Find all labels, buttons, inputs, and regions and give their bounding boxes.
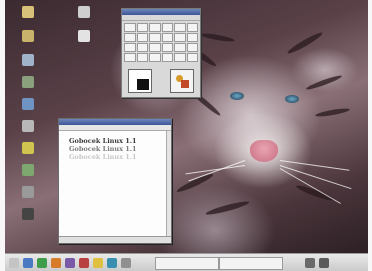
taskbar: [5, 253, 368, 271]
palette-tool[interactable]: [149, 33, 161, 42]
foreground-color-swatch[interactable]: [128, 69, 152, 93]
tray-icon[interactable]: [305, 258, 315, 268]
folder-icon: [22, 30, 34, 42]
desktop-icon[interactable]: [65, 30, 103, 42]
palette-tool[interactable]: [124, 53, 136, 62]
palette-tool[interactable]: [186, 53, 198, 62]
wallpaper-nose: [250, 140, 278, 162]
disk-icon: [22, 142, 34, 154]
launcher-icon[interactable]: [79, 258, 89, 268]
palette-tool-grid: [122, 21, 200, 64]
palette-tool[interactable]: [161, 53, 173, 62]
palette-tool[interactable]: [124, 23, 136, 32]
palette-tool[interactable]: [136, 33, 148, 42]
terminal-icon: [22, 208, 34, 220]
palette-tool[interactable]: [149, 43, 161, 52]
palette-tool[interactable]: [136, 53, 148, 62]
palette-tool[interactable]: [161, 33, 173, 42]
desktop-icon[interactable]: [9, 76, 47, 88]
background-color-swatch[interactable]: [170, 69, 194, 93]
folder-icon: [22, 6, 34, 18]
text-editor-window[interactable]: Gobocek Linux 1.1 Gobocek Linux 1.1 Gobo…: [58, 118, 172, 244]
launcher-icon[interactable]: [121, 258, 131, 268]
taskbar-task[interactable]: [219, 257, 283, 270]
launcher-icon[interactable]: [37, 258, 47, 268]
palette-tool[interactable]: [174, 33, 186, 42]
home-icon: [78, 6, 90, 18]
palette-tool[interactable]: [186, 43, 198, 52]
palette-tool[interactable]: [161, 23, 173, 32]
settings-icon: [22, 186, 34, 198]
desktop-icon[interactable]: [9, 6, 47, 18]
palette-tool[interactable]: [174, 53, 186, 62]
screen: Gobocek Linux 1.1 Gobocek Linux 1.1 Gobo…: [0, 0, 372, 271]
trash-icon: [22, 164, 34, 176]
palette-tool[interactable]: [174, 23, 186, 32]
desktop-icon[interactable]: [9, 208, 47, 220]
launcher-icon[interactable]: [65, 258, 75, 268]
editor-content[interactable]: Gobocek Linux 1.1 Gobocek Linux 1.1 Gobo…: [69, 137, 165, 161]
launcher-icon[interactable]: [107, 258, 117, 268]
editor-menubar[interactable]: [59, 125, 171, 131]
wallpaper-eye: [285, 95, 299, 103]
editor-statusbar: [59, 236, 171, 243]
start-menu-icon[interactable]: [9, 258, 19, 268]
palette-tool[interactable]: [149, 23, 161, 32]
desktop-icon[interactable]: [9, 54, 47, 66]
desktop-icon[interactable]: [9, 142, 47, 154]
editor-scrollbar[interactable]: [166, 131, 171, 236]
desktop-icon[interactable]: [9, 120, 47, 132]
globe-icon: [22, 98, 34, 110]
document-icon: [78, 30, 90, 42]
tray-icon[interactable]: [319, 258, 329, 268]
palette-tool[interactable]: [136, 43, 148, 52]
text-line: Gobocek Linux 1.1: [69, 137, 137, 145]
palette-tool[interactable]: [124, 33, 136, 42]
color-swatches: [126, 67, 196, 93]
palette-tool[interactable]: [174, 43, 186, 52]
black-color-block: [137, 79, 149, 90]
launcher-icon[interactable]: [51, 258, 61, 268]
color-blob-icon: [181, 80, 189, 88]
launcher-icon[interactable]: [23, 258, 33, 268]
wallpaper-eye: [230, 92, 244, 100]
palette-tool[interactable]: [136, 23, 148, 32]
network-icon: [22, 76, 34, 88]
text-line: Gobocek Linux 1.1: [69, 145, 137, 153]
palette-tool[interactable]: [161, 43, 173, 52]
launcher-icon[interactable]: [93, 258, 103, 268]
palette-tool[interactable]: [186, 33, 198, 42]
desktop-icon[interactable]: [9, 186, 47, 198]
palette-tool[interactable]: [149, 53, 161, 62]
desktop-icon[interactable]: [9, 30, 47, 42]
computer-icon: [22, 54, 34, 66]
taskbar-task[interactable]: [155, 257, 219, 270]
desktop-icon[interactable]: [9, 98, 47, 110]
tool-palette-window[interactable]: [121, 8, 201, 98]
text-line: Gobocek Linux 1.1: [69, 153, 137, 161]
desktop-icon[interactable]: [9, 164, 47, 176]
palette-tool[interactable]: [186, 23, 198, 32]
desktop: Gobocek Linux 1.1 Gobocek Linux 1.1 Gobo…: [5, 0, 368, 271]
desktop-icon[interactable]: [65, 6, 103, 18]
printer-icon: [22, 120, 34, 132]
palette-tool[interactable]: [124, 43, 136, 52]
